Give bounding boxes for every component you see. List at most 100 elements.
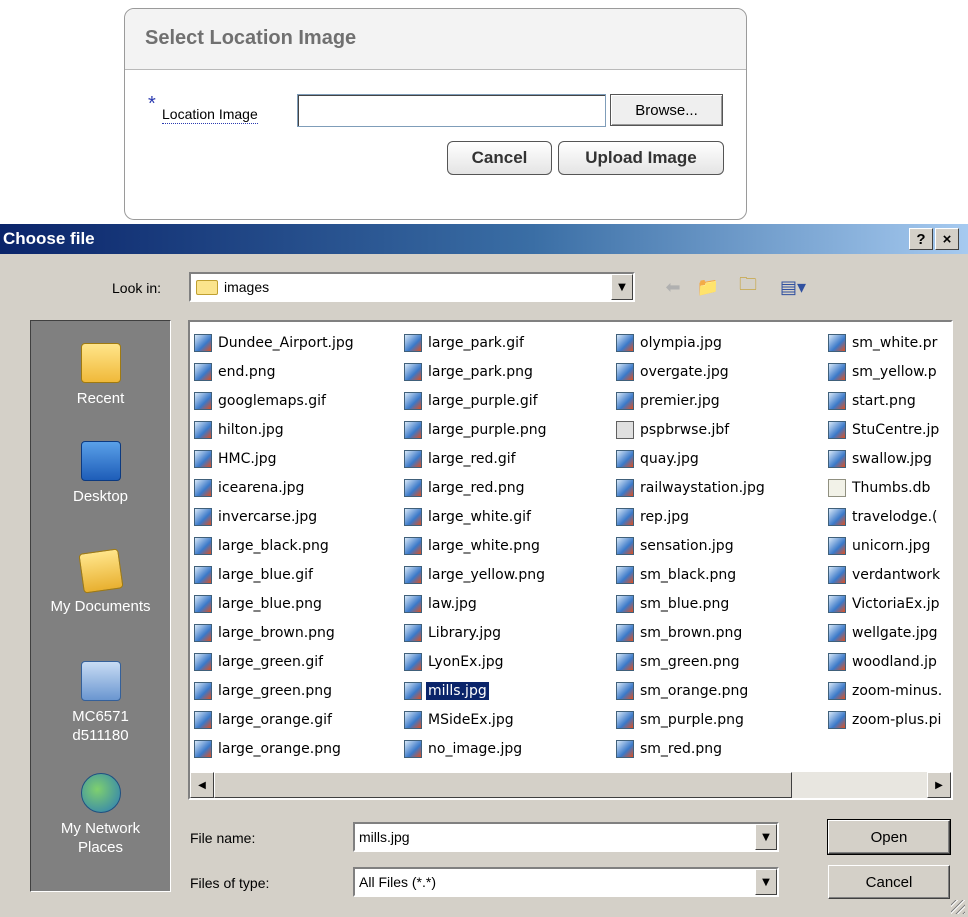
file-item[interactable]: Dundee_Airport.jpg — [194, 328, 356, 357]
file-item[interactable]: large_white.gif — [404, 502, 548, 531]
file-item[interactable]: wellgate.jpg — [828, 618, 944, 647]
file-item[interactable]: invercarse.jpg — [194, 502, 356, 531]
scroll-thumb[interactable] — [214, 772, 792, 798]
file-list[interactable]: Dundee_Airport.jpg end.png googlemaps.gif h… — [188, 320, 953, 800]
chevron-down-icon[interactable]: ▼ — [611, 274, 633, 300]
back-arrow-icon[interactable]: ⬅ — [660, 276, 686, 298]
image-file-icon — [616, 565, 634, 584]
file-item-label: large_red.gif — [428, 450, 516, 467]
file-item[interactable]: unicorn.jpg — [828, 531, 944, 560]
file-item[interactable]: large_black.png — [194, 531, 356, 560]
file-item[interactable]: end.png — [194, 357, 356, 386]
file-item[interactable]: sm_yellow.p — [828, 357, 944, 386]
file-item[interactable]: Thumbs.db — [828, 473, 944, 502]
file-item[interactable]: large_red.gif — [404, 444, 548, 473]
file-item[interactable]: StuCentre.jp — [828, 415, 944, 444]
file-item[interactable]: mills.jpg — [404, 676, 548, 705]
file-item[interactable]: icearena.jpg — [194, 473, 356, 502]
file-item[interactable]: googlemaps.gif — [194, 386, 356, 415]
file-item[interactable]: rep.jpg — [616, 502, 767, 531]
file-item[interactable]: zoom-minus. — [828, 676, 944, 705]
file-item[interactable]: sm_red.png — [616, 734, 767, 763]
file-item[interactable]: large_purple.png — [404, 415, 548, 444]
views-menu-icon[interactable]: ▤▾ — [780, 276, 806, 298]
file-item[interactable]: olympia.jpg — [616, 328, 767, 357]
place-my-documents[interactable]: My Documents — [31, 548, 170, 616]
file-item[interactable]: large_green.gif — [194, 647, 356, 676]
file-item[interactable]: large_orange.gif — [194, 705, 356, 734]
place-label: Desktop — [72, 488, 129, 505]
file-item[interactable]: large_park.png — [404, 357, 548, 386]
chevron-down-icon[interactable]: ▼ — [755, 869, 777, 895]
place-recent[interactable]: Recent — [31, 343, 170, 408]
file-item[interactable]: large_blue.png — [194, 589, 356, 618]
file-item[interactable]: sensation.jpg — [616, 531, 767, 560]
place-desktop[interactable]: Desktop — [31, 441, 170, 506]
upload-image-button[interactable]: Upload Image — [558, 141, 724, 175]
cancel-upload-button[interactable]: Cancel — [447, 141, 552, 175]
place-my-network[interactable]: My Network Places — [31, 773, 170, 857]
file-item[interactable]: Library.jpg — [404, 618, 548, 647]
image-file-icon — [828, 565, 846, 584]
file-type-select[interactable]: All Files (*.*) ▼ — [353, 867, 779, 897]
file-item[interactable]: overgate.jpg — [616, 357, 767, 386]
file-name-input[interactable]: mills.jpg ▼ — [353, 822, 779, 852]
file-item[interactable]: no_image.jpg — [404, 734, 548, 763]
file-item[interactable]: sm_purple.png — [616, 705, 767, 734]
file-item[interactable]: premier.jpg — [616, 386, 767, 415]
file-item[interactable]: hilton.jpg — [194, 415, 356, 444]
file-item[interactable]: MSideEx.jpg — [404, 705, 548, 734]
file-item[interactable]: large_red.png — [404, 473, 548, 502]
file-item[interactable]: sm_orange.png — [616, 676, 767, 705]
file-item[interactable]: verdantwork — [828, 560, 944, 589]
file-item[interactable]: large_purple.gif — [404, 386, 548, 415]
file-item[interactable]: start.png — [828, 386, 944, 415]
file-item[interactable]: sm_brown.png — [616, 618, 767, 647]
file-item[interactable]: railwaystation.jpg — [616, 473, 767, 502]
file-item[interactable]: large_white.png — [404, 531, 548, 560]
scroll-left-icon[interactable]: ◀ — [190, 772, 214, 798]
close-button[interactable]: × — [935, 228, 959, 250]
location-image-input[interactable] — [297, 94, 606, 127]
file-item[interactable]: large_park.gif — [404, 328, 548, 357]
file-item[interactable]: VictoriaEx.jp — [828, 589, 944, 618]
image-file-icon — [404, 739, 422, 758]
file-item[interactable]: zoom-plus.pi — [828, 705, 944, 734]
file-item-label: Library.jpg — [428, 624, 502, 641]
chevron-down-icon[interactable]: ▼ — [755, 824, 777, 850]
file-item[interactable]: large_blue.gif — [194, 560, 356, 589]
file-item-label: swallow.jpg — [852, 450, 932, 467]
place-my-computer[interactable]: MC6571 d511180 — [31, 661, 170, 745]
file-item[interactable]: large_brown.png — [194, 618, 356, 647]
file-item[interactable]: sm_white.pr — [828, 328, 944, 357]
file-item[interactable]: LyonEx.jpg — [404, 647, 548, 676]
file-item[interactable]: travelodge.( — [828, 502, 944, 531]
look-in-combo[interactable]: images ▼ — [189, 272, 635, 302]
image-file-icon — [194, 594, 212, 613]
db-file-icon — [828, 478, 846, 497]
help-button[interactable]: ? — [909, 228, 933, 250]
image-file-icon — [828, 449, 846, 468]
new-folder-icon[interactable]: 🗀 — [735, 274, 761, 298]
file-item[interactable]: quay.jpg — [616, 444, 767, 473]
file-item[interactable]: woodland.jp — [828, 647, 944, 676]
file-item[interactable]: sm_blue.png — [616, 589, 767, 618]
resize-grip-icon[interactable] — [951, 900, 965, 914]
file-item[interactable]: law.jpg — [404, 589, 548, 618]
scroll-right-icon[interactable]: ▶ — [927, 772, 951, 798]
file-item[interactable]: large_orange.png — [194, 734, 356, 763]
file-item-label: sm_brown.png — [640, 624, 743, 641]
file-item[interactable]: pspbrwse.jbf — [616, 415, 767, 444]
file-item[interactable]: large_yellow.png — [404, 560, 548, 589]
browse-button[interactable]: Browse... — [610, 94, 723, 126]
file-item[interactable]: swallow.jpg — [828, 444, 944, 473]
file-item[interactable]: sm_black.png — [616, 560, 767, 589]
dialog-titlebar[interactable]: Choose file ? × — [0, 224, 968, 254]
cancel-button[interactable]: Cancel — [828, 865, 950, 899]
open-button[interactable]: Open — [827, 819, 951, 855]
file-item[interactable]: HMC.jpg — [194, 444, 356, 473]
up-folder-icon[interactable]: 📁 — [695, 276, 721, 298]
file-item[interactable]: sm_green.png — [616, 647, 767, 676]
file-item[interactable]: large_green.png — [194, 676, 356, 705]
horizontal-scrollbar[interactable]: ◀ ▶ — [190, 772, 951, 798]
